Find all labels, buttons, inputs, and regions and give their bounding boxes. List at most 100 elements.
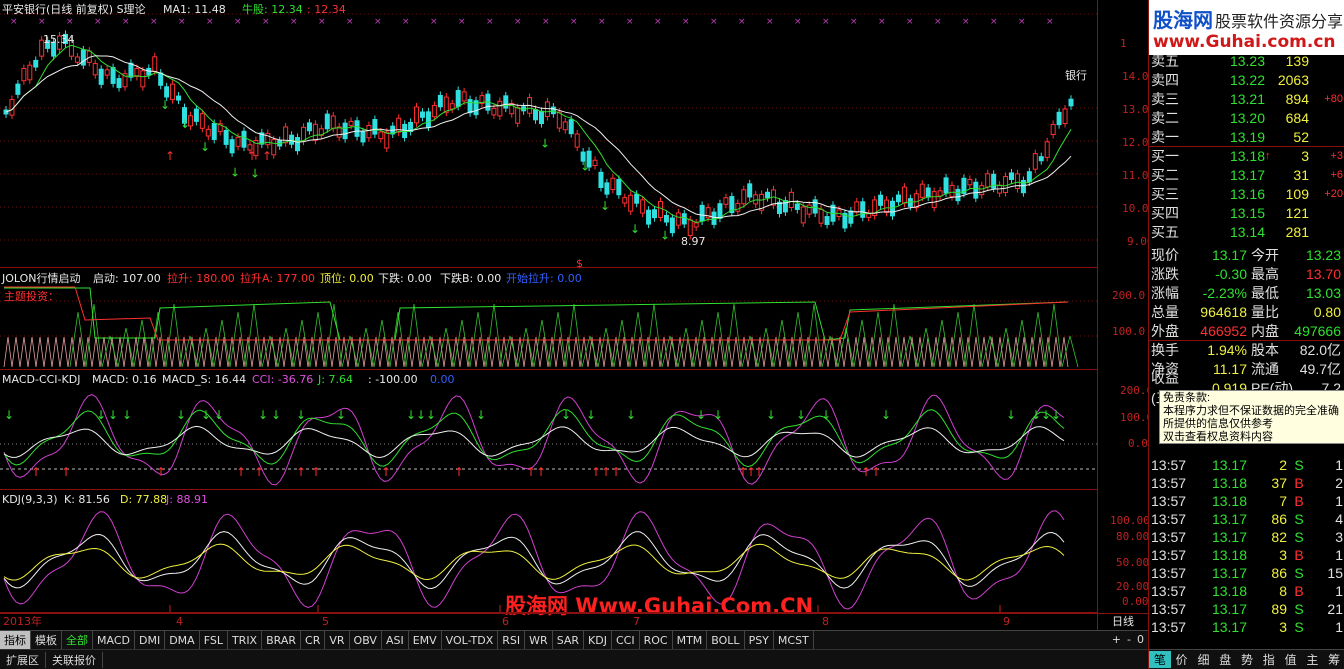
tab-23[interactable]: PSY — [745, 630, 774, 650]
macds-value: MACD_S: 16.44 — [162, 373, 247, 386]
panel-tab-2[interactable]: 细 — [1193, 651, 1215, 668]
tick-side: S — [1294, 601, 1304, 617]
panel-tab-7[interactable]: 主 — [1301, 651, 1323, 668]
tab-4[interactable]: DMI — [135, 630, 166, 650]
ob-delta: +3 — [1330, 150, 1343, 162]
panel-tab-8[interactable]: 筹 — [1323, 651, 1344, 668]
jolon-pane[interactable]: JOLON行情启动 启动: 107.00 拉升: 180.00 拉升A: 177… — [0, 268, 1097, 618]
quote-value: -2.23% — [1202, 284, 1247, 301]
panel-tab-1[interactable]: 价 — [1171, 651, 1193, 668]
tab-8[interactable]: BRAR — [262, 630, 302, 650]
tick-row: 13:57 13.17 3 S 1 — [1149, 618, 1344, 636]
tab-18[interactable]: KDJ — [584, 630, 612, 650]
tick-count: 1 — [1335, 457, 1343, 473]
macd-pane[interactable]: MACD-CCI-KDJ MACD: 0.16 MACD_S: 16.44 CC… — [0, 370, 1097, 490]
period-label: 日线 — [1112, 615, 1134, 628]
orderbook-row[interactable]: 买一 13.18 ↑ 3 +3 — [1149, 146, 1344, 165]
tab-9[interactable]: CR — [301, 630, 326, 650]
panel-tab-4[interactable]: 势 — [1236, 651, 1258, 668]
tick-volume: 37 — [1271, 475, 1287, 491]
tab-24[interactable]: MCST — [774, 630, 814, 650]
tab-22[interactable]: BOLL — [707, 630, 745, 650]
orderbook-row[interactable]: 卖三 13.21 894 +80 — [1149, 89, 1344, 108]
tab-20[interactable]: ROC — [640, 630, 673, 650]
tab-15[interactable]: RSI — [498, 630, 526, 650]
v5-value: : -100.00 — [368, 373, 418, 386]
xaxis-month: 5 — [322, 615, 329, 628]
tab-14[interactable]: VOL-TDX — [442, 630, 499, 650]
zoom-out-button[interactable]: - — [1127, 633, 1131, 646]
zoom-in-button[interactable]: + — [1112, 633, 1121, 646]
tab-10[interactable]: VR — [325, 630, 350, 650]
panel-tab-0[interactable]: 笔 — [1149, 651, 1171, 668]
orderbook-row[interactable]: 卖四 13.22 2063 — [1149, 70, 1344, 89]
xaxis-month: 4 — [176, 615, 183, 628]
tick-side: B — [1294, 583, 1304, 599]
tick-time: 13:57 — [1151, 547, 1187, 563]
orderbook-row[interactable]: 买二 13.17 31 +6 — [1149, 165, 1344, 184]
tab-5[interactable]: DMA — [165, 630, 200, 650]
tick-volume: 3 — [1279, 619, 1287, 635]
quote-row: 涨跌 -0.30 最高 13.70 — [1149, 264, 1344, 283]
tab-17[interactable]: SAR — [553, 630, 585, 650]
tab-12[interactable]: ASI — [382, 630, 409, 650]
macd-yaxis: 200.0 100.0 0.00 — [1098, 370, 1155, 490]
tick-count: 4 — [1335, 511, 1343, 527]
ob-volume: 281 — [1285, 223, 1309, 240]
ob-name: 买三 — [1151, 185, 1179, 202]
orderbook-row[interactable]: 买四 13.15 121 — [1149, 203, 1344, 222]
ob-name: 卖五 — [1151, 52, 1179, 69]
ob-name: 买四 — [1151, 204, 1179, 221]
panel-tab-6[interactable]: 值 — [1280, 651, 1302, 668]
ob-delta: +20 — [1324, 187, 1343, 200]
tick-time: 13:57 — [1151, 511, 1187, 527]
tick-time: 13:57 — [1151, 475, 1187, 491]
tab-6[interactable]: FSL — [200, 630, 228, 650]
tab-2[interactable]: 全部 — [62, 630, 93, 650]
zoom-controls: + - 0 — [1112, 630, 1144, 649]
time-axis: 2013年 4 5 6 7 8 9 日线 — [0, 613, 1148, 630]
j-value: J: 7.64 — [318, 373, 353, 386]
tab-7[interactable]: TRIX — [228, 630, 263, 650]
up-arrow-icon: ↑ — [1265, 150, 1271, 162]
lasheng-label: 拉升: 180.00 — [167, 272, 235, 285]
tick-count: 3 — [1335, 529, 1343, 545]
zoom-reset-button[interactable]: 0 — [1137, 633, 1144, 646]
tab-13[interactable]: EMV — [409, 630, 442, 650]
tab-21[interactable]: MTM — [673, 630, 708, 650]
orderbook-row[interactable]: 买三 13.16 109 +20 — [1149, 184, 1344, 203]
tick-list: 13:57 13.17 2 S 1 13:57 13.18 37 B 2 13:57 13.18 7 B 1… — [1149, 456, 1344, 636]
indicator-tabs: 指标 模板 全部 MACD DMI DMA FSL TRIX BRAR CR VR OBV ASI EMV… — [0, 630, 1148, 650]
price-pane[interactable]: 平安银行(日线 前复权) S理论 MA1: 11.48 牛股: 12.34 : … — [0, 0, 1097, 270]
ob-volume: 3 — [1301, 148, 1309, 164]
tick-time: 13:57 — [1151, 619, 1187, 635]
disclaimer-tooltip[interactable]: 免责条款: 本程序力求但不保证数据的完全准确 所提供的信息仅供参考 双击查看权息… — [1159, 390, 1344, 444]
chart-area[interactable]: × × × × × × × × × × × × × × × × × × × × × × × × × × × × × × × × × × × × × × ↓ ↓… — [0, 0, 1155, 630]
extension-area-button[interactable]: 扩展区 — [0, 651, 46, 668]
orderbook-row[interactable]: 卖二 13.20 684 — [1149, 108, 1344, 127]
tab-1[interactable]: 模板 — [31, 630, 62, 650]
tick-count: 15 — [1327, 565, 1343, 581]
tab-19[interactable]: CCI — [612, 630, 640, 650]
orderbook-row[interactable]: 卖一 13.19 52 — [1149, 127, 1344, 146]
cci-value: CCI: -36.76 — [252, 373, 314, 386]
tab-3[interactable]: MACD — [93, 630, 135, 650]
tab-16[interactable]: WR — [525, 630, 553, 650]
quote-value: 13.17 — [1211, 246, 1247, 263]
panel-tab-5[interactable]: 指 — [1258, 651, 1280, 668]
orderbook-row[interactable]: 买五 13.14 281 — [1149, 222, 1344, 241]
tab-11[interactable]: OBV — [350, 630, 382, 650]
xiadieb-label: 下跌B: 0.00 — [440, 272, 502, 285]
tick-volume: 3 — [1279, 547, 1287, 563]
ob-volume: 31 — [1293, 166, 1309, 183]
panel-tab-3[interactable]: 盘 — [1214, 651, 1236, 668]
tick-row: 13:57 13.17 86 S 15 — [1149, 564, 1344, 582]
quote-value: 964618 — [1200, 303, 1247, 320]
orderbook-row[interactable]: 卖五 13.23 139 — [1149, 51, 1344, 70]
tab-0[interactable]: 指标 — [0, 630, 31, 650]
ob-price: 13.18 — [1229, 148, 1265, 164]
tick-count: 1 — [1335, 493, 1343, 509]
related-quotes-button[interactable]: 关联报价 — [46, 651, 103, 668]
qidong-label: 启动: 107.00 — [93, 272, 161, 285]
kdj-pane[interactable]: KDJ(9,3,3) K: 81.56 D: 77.88 J: 88.91 — [0, 490, 1097, 613]
